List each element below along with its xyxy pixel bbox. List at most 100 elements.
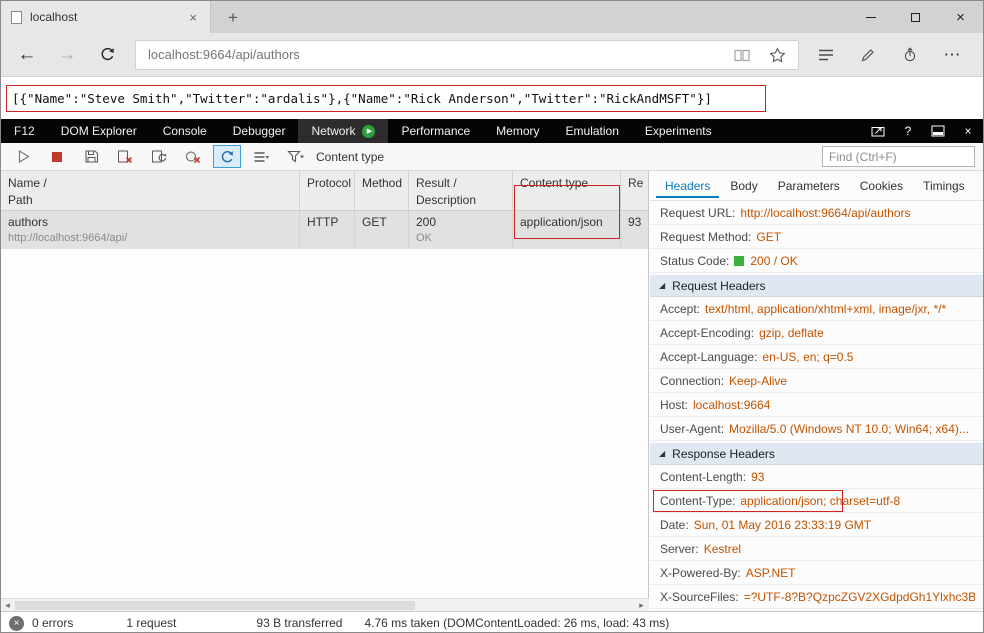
back-button[interactable]: ← xyxy=(7,36,47,74)
json-response-text: [{"Name":"Steve Smith","Twitter":"ardali… xyxy=(12,91,712,106)
tab-performance[interactable]: Performance xyxy=(388,119,483,143)
horizontal-scrollbar[interactable]: ◂ ▸ xyxy=(1,598,649,611)
reading-view-icon[interactable] xyxy=(733,47,751,63)
devtools-tab-bar: F12 DOM Explorer Console Debugger Networ… xyxy=(1,119,983,143)
header-row: X-Powered-By: ASP.NET xyxy=(650,561,984,585)
header-row: X-SourceFiles: =?UTF-8?B?QzpcZGV2XGdpdGh… xyxy=(650,585,984,609)
column-content-type[interactable]: Content type xyxy=(513,171,621,210)
play-icon xyxy=(16,149,31,164)
tab-emulation[interactable]: Emulation xyxy=(553,119,632,143)
scroll-left-icon[interactable]: ◂ xyxy=(1,599,14,611)
clear-on-navigate-button[interactable] xyxy=(145,145,173,168)
collapse-triangle-icon: ◢ xyxy=(659,450,665,458)
tab-debugger[interactable]: Debugger xyxy=(220,119,299,143)
navigation-bar: ← → localhost:9664/api/authors xyxy=(1,33,983,77)
content-type-filter-label[interactable]: Content type xyxy=(316,150,384,164)
dock-devtools-button[interactable] xyxy=(923,119,953,143)
address-bar[interactable]: localhost:9664/api/authors xyxy=(135,40,799,70)
minimize-button[interactable] xyxy=(848,1,893,33)
clear-on-navigate-icon xyxy=(151,149,167,164)
scroll-right-icon[interactable]: ▸ xyxy=(635,599,648,611)
share-button[interactable] xyxy=(891,36,929,74)
tab-timings[interactable]: Timings xyxy=(914,173,974,198)
clear-cookies-button[interactable] xyxy=(179,145,207,168)
more-icon: ⋯ xyxy=(944,45,961,65)
tab-headers[interactable]: Headers xyxy=(656,173,719,198)
filter-funnel-icon xyxy=(287,149,304,164)
tab-memory[interactable]: Memory xyxy=(483,119,552,143)
clear-cookies-icon xyxy=(185,149,201,164)
web-note-button[interactable] xyxy=(849,36,887,74)
request-protocol: HTTP xyxy=(300,211,355,249)
unpin-devtools-button[interactable] xyxy=(863,119,893,143)
status-ok-indicator xyxy=(734,256,744,266)
favorites-star-icon[interactable] xyxy=(769,47,786,63)
devtools-window-controls: ? × xyxy=(863,119,983,143)
browser-tab[interactable]: localhost × xyxy=(1,1,211,33)
devtools-help-button[interactable]: ? xyxy=(893,119,923,143)
column-received[interactable]: Re xyxy=(621,171,648,210)
request-row-authors[interactable]: authors http://localhost:9664/api/ HTTP … xyxy=(1,211,648,249)
header-row: Connection: Keep-Alive xyxy=(650,369,984,393)
stop-icon xyxy=(50,150,64,164)
page-icon xyxy=(11,11,22,24)
new-tab-button[interactable]: + xyxy=(217,5,249,31)
tab-close-icon[interactable]: × xyxy=(186,10,200,25)
maximize-button[interactable] xyxy=(893,1,938,33)
status-code-value: 200 / OK xyxy=(750,254,797,268)
scrollbar-thumb[interactable] xyxy=(15,601,415,610)
request-name: authors xyxy=(8,214,292,231)
url-text: localhost:9664/api/authors xyxy=(148,47,733,62)
requests-count: 1 request xyxy=(126,616,176,630)
tab-parameters[interactable]: Parameters xyxy=(769,173,849,198)
start-profiling-button[interactable] xyxy=(9,145,37,168)
close-window-button[interactable]: × xyxy=(938,1,983,33)
clear-session-icon xyxy=(117,149,133,164)
save-icon xyxy=(84,149,99,164)
always-refresh-icon xyxy=(219,149,235,164)
tab-network[interactable]: Network ▶ xyxy=(298,119,388,143)
clear-session-button[interactable] xyxy=(111,145,139,168)
stop-profiling-button[interactable] xyxy=(43,145,71,168)
column-method[interactable]: Method xyxy=(355,171,409,210)
request-content-type: application/json xyxy=(513,211,621,249)
export-har-button[interactable] xyxy=(77,145,105,168)
column-options-button[interactable] xyxy=(247,145,275,168)
hub-button[interactable] xyxy=(807,36,845,74)
request-headers-title: Request Headers xyxy=(672,279,765,293)
details-tab-strip: Headers Body Parameters Cookies Timings xyxy=(650,171,984,201)
request-result: 200 xyxy=(416,214,505,231)
header-row: Server: Kestrel xyxy=(650,537,984,561)
tab-console[interactable]: Console xyxy=(150,119,220,143)
column-protocol[interactable]: Protocol xyxy=(300,171,355,210)
json-annotation-box: [{"Name":"Steve Smith","Twitter":"ardali… xyxy=(6,85,766,112)
filter-button[interactable] xyxy=(281,145,309,168)
f12-brand: F12 xyxy=(1,124,48,138)
close-devtools-button[interactable]: × xyxy=(953,119,983,143)
forward-button[interactable]: → xyxy=(47,36,87,74)
response-headers-section[interactable]: ◢ Response Headers xyxy=(650,443,984,465)
minimize-icon xyxy=(866,17,876,18)
recording-icon: ▶ xyxy=(362,125,375,138)
popout-icon xyxy=(871,125,885,137)
find-input[interactable] xyxy=(822,146,975,167)
always-refresh-button[interactable] xyxy=(213,145,241,168)
hub-icon xyxy=(818,48,834,62)
column-name-path[interactable]: Name / Path xyxy=(1,171,300,210)
header-row: Accept-Encoding: gzip, deflate xyxy=(650,321,984,345)
column-result-description[interactable]: Result / Description xyxy=(409,171,513,210)
header-row: Accept: text/html, application/xhtml+xml… xyxy=(650,297,984,321)
request-path: http://localhost:9664/api/ xyxy=(8,231,292,246)
header-row: Content-Length: 93 xyxy=(650,465,984,489)
network-table-header: Name / Path Protocol Method Result / Des… xyxy=(1,171,648,211)
more-button[interactable]: ⋯ xyxy=(933,36,971,74)
refresh-button[interactable] xyxy=(87,36,127,74)
tab-dom-explorer[interactable]: DOM Explorer xyxy=(48,119,150,143)
tab-cookies[interactable]: Cookies xyxy=(851,173,912,198)
page-content: [{"Name":"Steve Smith","Twitter":"ardali… xyxy=(1,77,983,119)
request-headers-section[interactable]: ◢ Request Headers xyxy=(650,275,984,297)
tab-experiments[interactable]: Experiments xyxy=(632,119,725,143)
request-method: GET xyxy=(355,211,409,249)
transferred-size: 93 B transferred xyxy=(256,616,342,630)
tab-body[interactable]: Body xyxy=(721,173,766,198)
